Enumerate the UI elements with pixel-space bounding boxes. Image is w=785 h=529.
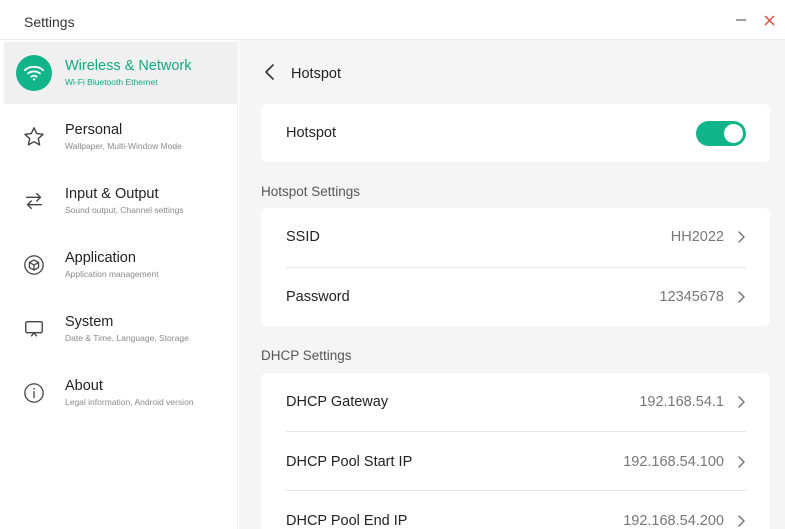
row-label: DHCP Pool Start IP [286,454,413,470]
monitor-icon [25,320,43,337]
wifi-icon [23,65,45,81]
close-icon [764,15,774,25]
dhcp-pool-start-row[interactable]: DHCP Pool Start IP 192.168.54.100 [261,433,770,491]
toggle-knob [724,124,743,143]
chevron-right-icon [738,291,745,303]
swap-arrows-icon [25,192,43,210]
hotspot-settings-title: Hotspot Settings [261,184,361,199]
row-value: 192.168.54.1 [639,394,724,410]
title-bar: Settings [0,0,785,40]
back-button[interactable] [261,62,281,82]
sidebar-item-subtitle: Sound output, Channel settings [65,205,184,215]
sidebar-item-input-output[interactable]: Input & Output Sound output, Channel set… [4,170,238,232]
window-title: Settings [24,14,75,30]
sidebar-item-subtitle: Date & Time, Language, Storage [65,333,189,343]
row-value: 192.168.54.100 [623,454,724,470]
hotspot-settings-card: SSID HH2022 Password 12345678 [261,208,770,326]
row-label: Password [286,289,350,305]
sidebar-item-label: Wireless & Network [65,58,192,74]
hotspot-toggle[interactable] [696,121,746,146]
page-header: Hotspot [239,40,785,104]
row-value: 12345678 [659,289,724,305]
page-title: Hotspot [291,66,341,82]
dhcp-settings-title: DHCP Settings [261,348,352,363]
divider [286,490,746,491]
chevron-right-icon [738,231,745,243]
star-icon [24,127,44,146]
dhcp-pool-end-row[interactable]: DHCP Pool End IP 192.168.54.200 [261,492,770,529]
chevron-right-icon [738,396,745,408]
minimize-icon [736,19,746,21]
sidebar-item-personal[interactable]: Personal Wallpaper, Multi-Window Mode [4,106,238,168]
sidebar-item-subtitle: Legal information, Android version [65,397,194,407]
dhcp-settings-card: DHCP Gateway 192.168.54.1 DHCP Pool Star… [261,373,770,529]
sidebar-item-application[interactable]: Application Application management [4,234,238,296]
chevron-right-icon [738,515,745,527]
sidebar-item-system[interactable]: System Date & Time, Language, Storage [4,298,238,360]
dhcp-gateway-row[interactable]: DHCP Gateway 192.168.54.1 [261,373,770,431]
main-panel: Hotspot Hotspot Hotspot Settings SSID HH… [239,40,785,529]
sidebar-item-subtitle: Wallpaper, Multi-Window Mode [65,141,182,151]
hotspot-label: Hotspot [286,125,336,141]
row-label: DHCP Pool End IP [286,513,408,529]
sidebar-item-about[interactable]: About Legal information, Android version [4,362,238,424]
row-value: HH2022 [670,229,724,245]
password-row[interactable]: Password 12345678 [261,268,770,326]
info-icon [24,383,44,403]
row-label: SSID [286,229,320,245]
sidebar-item-subtitle: Application management [65,269,159,279]
ssid-row[interactable]: SSID HH2022 [261,208,770,266]
chevron-right-icon [738,456,745,468]
sidebar-item-label: Personal [65,122,123,138]
hotspot-row[interactable]: Hotspot [261,104,770,162]
row-value: 192.168.54.200 [623,513,724,529]
hotspot-card: Hotspot [261,104,770,162]
sidebar-item-label: About [65,378,103,394]
row-label: DHCP Gateway [286,394,389,410]
cube-icon [24,255,44,275]
sidebar: Wireless & Network Wi-Fi Bluetooth Ether… [0,40,238,529]
chevron-left-icon [265,64,274,80]
close-button[interactable] [760,11,778,29]
minimize-button[interactable] [732,11,750,29]
sidebar-item-wireless-network[interactable]: Wireless & Network Wi-Fi Bluetooth Ether… [4,42,238,104]
sidebar-item-subtitle: Wi-Fi Bluetooth Ethernet [65,77,158,87]
divider [286,431,746,432]
sidebar-item-label: Input & Output [65,186,159,202]
sidebar-item-label: System [65,314,114,330]
sidebar-item-label: Application [65,250,136,266]
